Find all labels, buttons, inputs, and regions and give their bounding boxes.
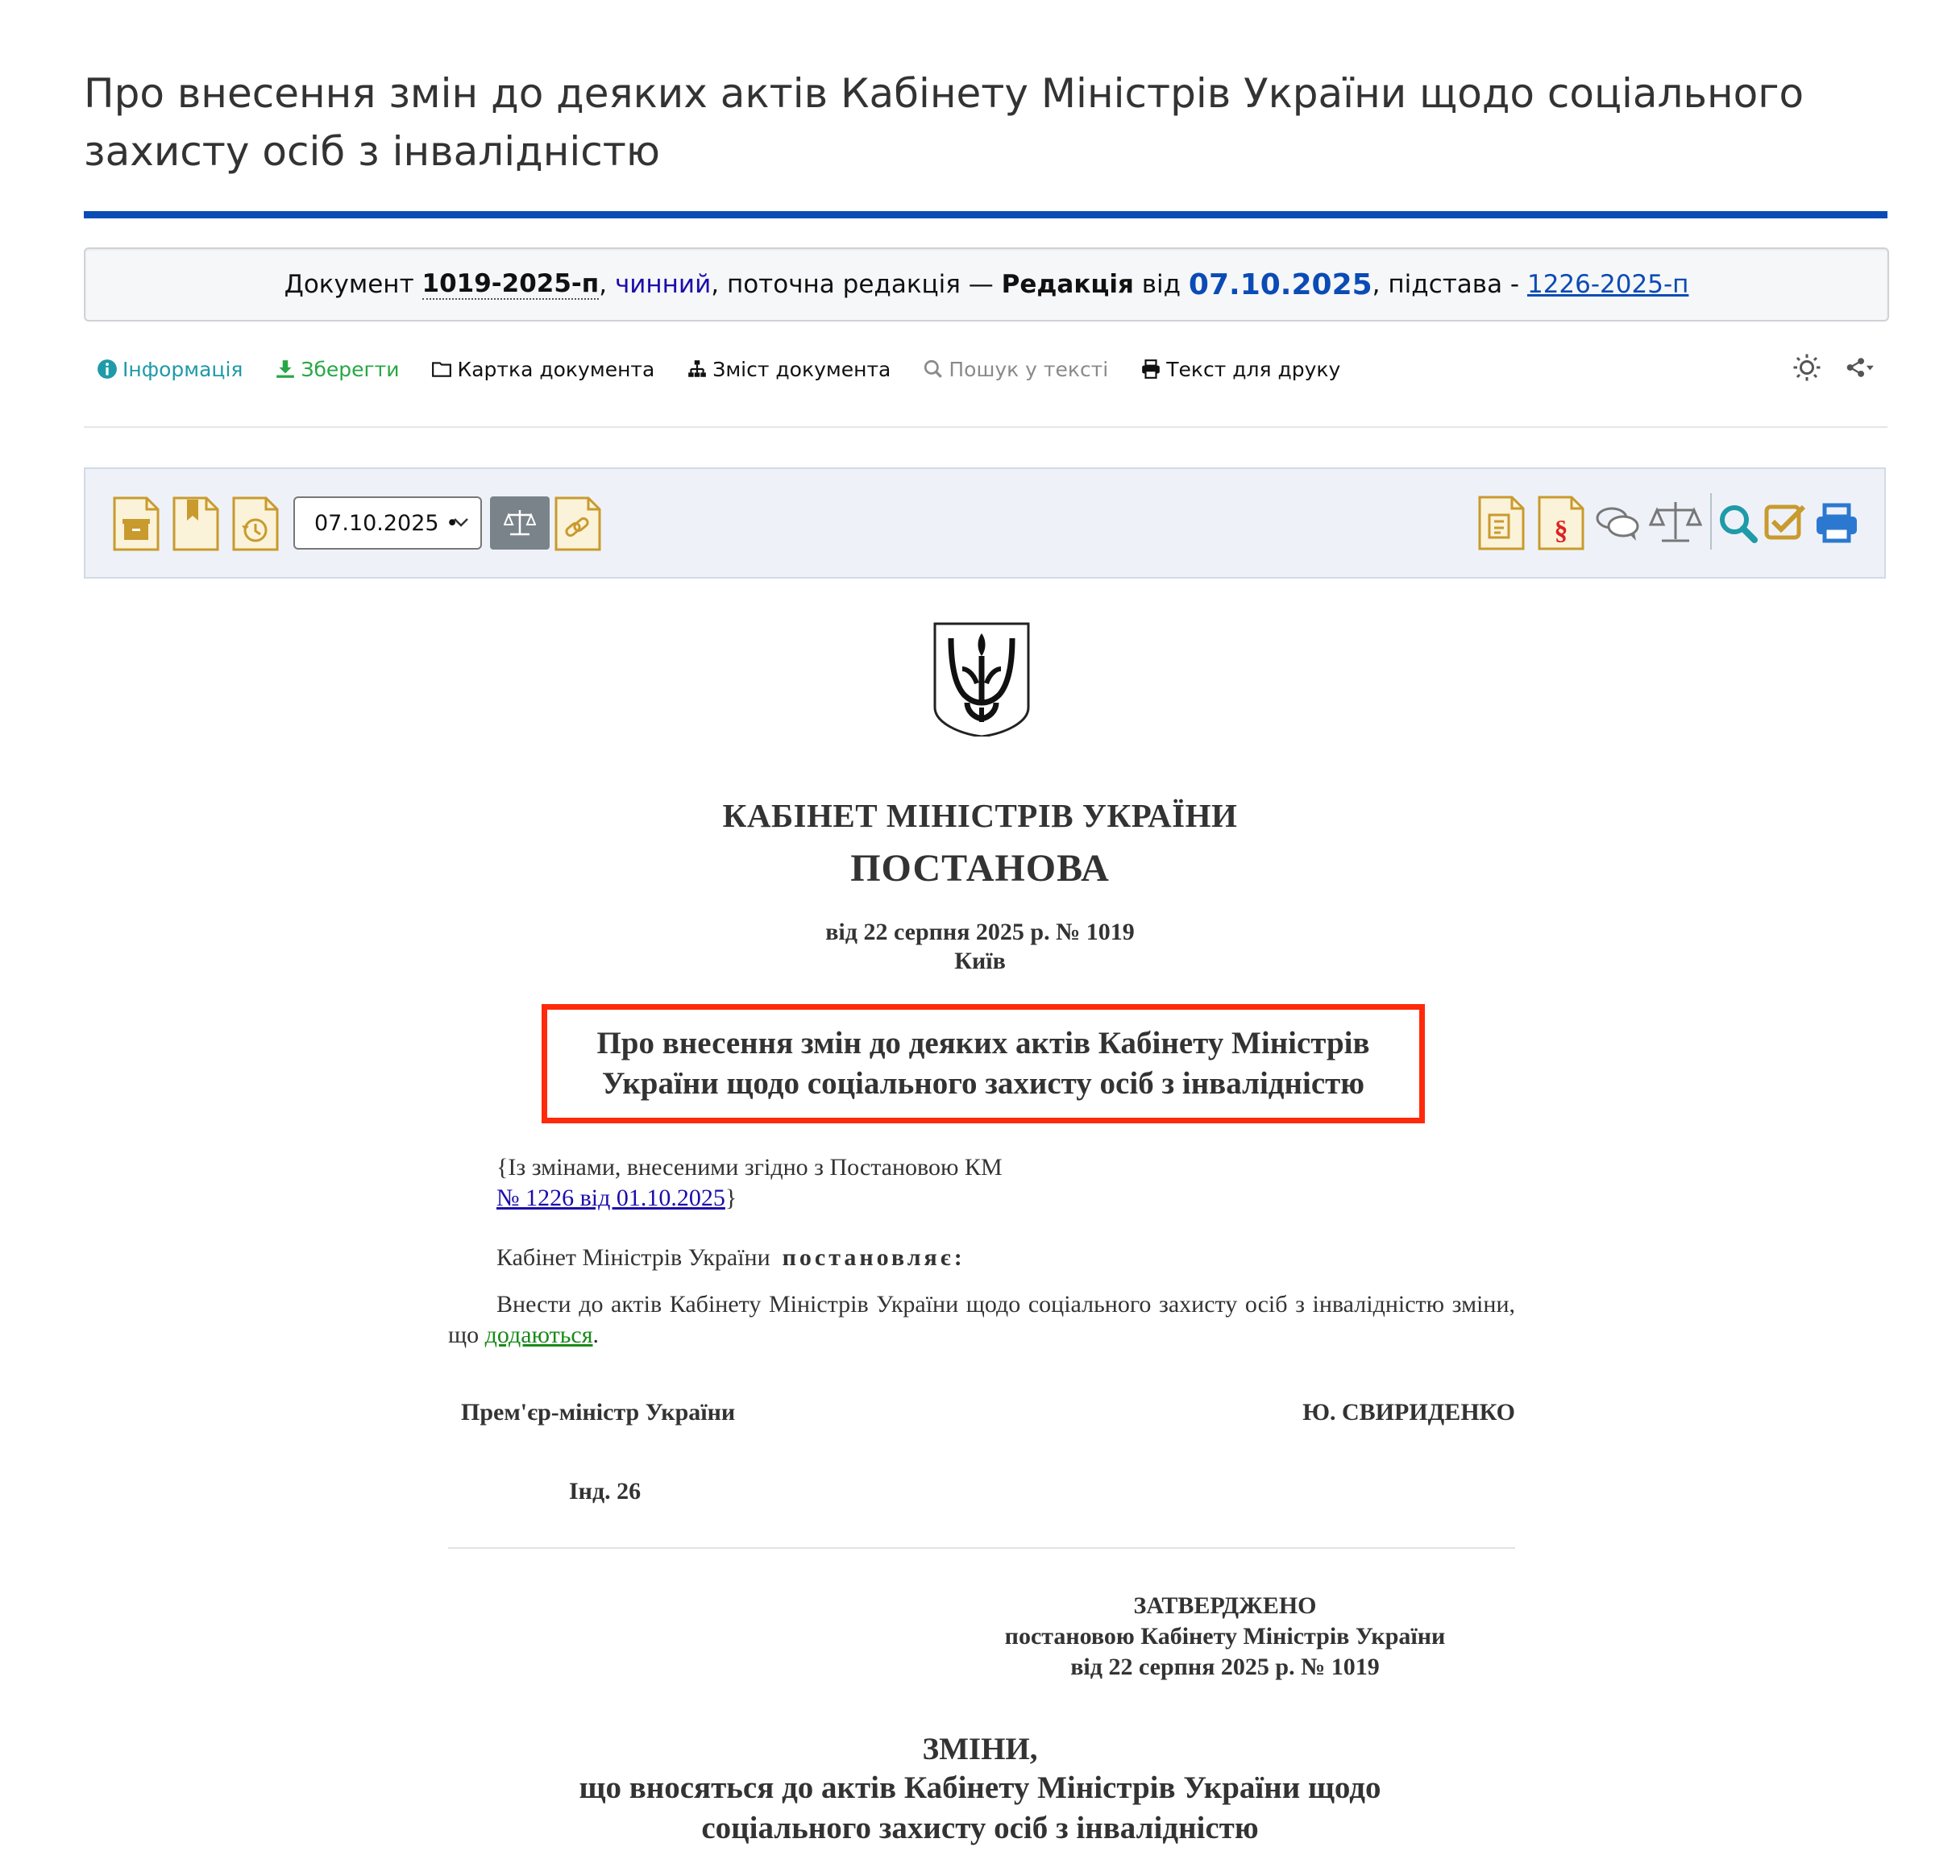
resolves-prefix: Кабінет Міністрів України (496, 1244, 777, 1271)
attachments-link[interactable]: додаються (485, 1322, 593, 1348)
print-button[interactable] (1813, 495, 1860, 551)
menu-search-label: Пошук у тексті (949, 357, 1109, 381)
menu-save[interactable]: Зберегти (275, 358, 399, 381)
issuer-name: КАБІНЕТ МІНІСТРІВ УКРАЇНИ (722, 797, 1238, 834)
resolves-line: Кабінет Міністрів України постановляє: (496, 1244, 965, 1272)
related-docs-icon (1478, 496, 1525, 550)
sun-icon[interactable] (1792, 353, 1821, 382)
compare-editions-button[interactable] (490, 496, 550, 550)
history-doc-button[interactable] (232, 496, 279, 551)
menu-search[interactable]: Пошук у тексті (923, 358, 1108, 381)
history-doc-icon (232, 496, 279, 551)
resolution-text: Внести до актів Кабінету Міністрів Украї… (448, 1289, 1515, 1351)
document-status-bar: Документ 1019-2025-п, чинний, поточна ре… (84, 247, 1889, 322)
amendments-note-text: {Із змінами, внесеними згідно з Постанов… (496, 1154, 1003, 1181)
status-prefix: Документ (284, 270, 414, 299)
document-title-line1: Про внесення змін до деяких актів Кабіне… (596, 1026, 1370, 1060)
menu-card-label: Картка документа (457, 357, 655, 381)
menu-right-tools (1792, 353, 1875, 382)
search-icon (924, 359, 943, 378)
check-doc-button[interactable] (1763, 495, 1808, 551)
resolves-word: постановляє: (782, 1244, 965, 1271)
edition-label: Редакція (1001, 270, 1134, 299)
signatory-position: Прем'єр-міністр України (461, 1399, 736, 1426)
menu-save-label: Зберегти (301, 357, 400, 381)
signatory-name: Ю. СВИРИДЕНКО (1302, 1399, 1515, 1426)
menu-contents[interactable]: Зміст документа (687, 358, 891, 381)
menu-card[interactable]: Картка документа (431, 358, 654, 381)
document-city: Київ (954, 948, 1006, 974)
document-title-highlight: Про внесення змін до деяких актів Кабіне… (542, 1004, 1425, 1123)
approved-by: постановою Кабінету Міністрів України (1004, 1623, 1446, 1650)
status-from: від (1141, 270, 1181, 299)
edition-date-select[interactable]: 07.10.2025 • (293, 496, 482, 550)
scales-icon (1648, 502, 1703, 542)
menu-print-label: Текст для друку (1166, 357, 1341, 381)
comments-icon (1596, 507, 1639, 541)
link-doc-icon (554, 496, 601, 551)
print-icon (1142, 359, 1161, 379)
approved-date: від 22 серпня 2025 р. № 1019 (1070, 1654, 1380, 1680)
doc-state: чинний (614, 270, 712, 299)
resolution-text-end: . (592, 1322, 600, 1348)
share-icon[interactable] (1846, 353, 1875, 382)
menu-info-label: Інформація (122, 357, 243, 381)
menu-divider (84, 426, 1887, 428)
menu-print[interactable]: Текст для друку (1140, 358, 1340, 381)
title-underline (84, 211, 1887, 218)
bookmark-doc-button[interactable] (172, 496, 219, 551)
paragraph-doc-icon: § (1538, 496, 1584, 550)
archive-doc-icon (113, 496, 160, 551)
document-divider (448, 1547, 1515, 1549)
document-date: від 22 серпня 2025 р. № 1019 (825, 919, 1135, 945)
edition-date-select-value: 07.10.2025 • (314, 510, 459, 536)
court-practice-button[interactable] (1648, 495, 1703, 551)
menu-contents-label: Зміст документа (712, 357, 891, 381)
doc-number[interactable]: 1019-2025-п (421, 269, 600, 300)
document-type: ПОСТАНОВА (850, 847, 1110, 890)
article-doc-button[interactable]: § (1538, 495, 1584, 551)
page-title: Про внесення змін до деяких актів Кабіне… (84, 70, 1804, 175)
comments-button[interactable] (1594, 495, 1641, 551)
basis-label: , підстава - (1372, 270, 1520, 299)
trident-emblem-icon (933, 622, 1030, 737)
amendments-close: } (725, 1185, 737, 1211)
changes-title: ЗМІНИ, (922, 1732, 1038, 1766)
info-circle-icon (98, 359, 117, 379)
approved-label: ЗАТВЕРДЖЕНО (1133, 1592, 1317, 1619)
status-sep: , (599, 270, 608, 299)
basis-link[interactable]: 1226-2025-п (1527, 270, 1688, 299)
bookmark-doc-icon (172, 496, 219, 551)
changes-subtitle-line2: соціального захисту осіб з інвалідністю (701, 1811, 1259, 1845)
folder-icon (432, 362, 452, 377)
resolution-text-main: Внести до актів Кабінету Міністрів Украї… (448, 1291, 1515, 1348)
chevron-down-icon (454, 518, 468, 527)
related-docs-button[interactable] (1478, 495, 1525, 551)
link-doc-button[interactable] (554, 496, 601, 551)
amendments-note: {Із змінами, внесеними згідно з Постанов… (496, 1152, 1003, 1214)
print-icon (1817, 503, 1857, 543)
status-mid: , поточна редакція — (711, 270, 994, 299)
document-menu: Інформація Зберегти Картка документа Змі… (84, 347, 1887, 392)
changes-subtitle-line1: що вносяться до актів Кабінету Міністрів… (579, 1770, 1381, 1805)
check-square-icon (1764, 504, 1806, 540)
toolbar-separator (1710, 493, 1712, 550)
search-text-button[interactable] (1717, 495, 1759, 551)
amendment-link[interactable]: № 1226 від 01.10.2025 (496, 1185, 725, 1211)
document-title-line2: України щодо соціального захисту осіб з … (601, 1066, 1365, 1101)
menu-info[interactable]: Інформація (97, 358, 243, 381)
document-index: Інд. 26 (569, 1478, 642, 1505)
download-icon (276, 360, 295, 378)
sitemap-icon (688, 360, 707, 377)
document-toolbar: 07.10.2025 • § (84, 467, 1886, 579)
archive-doc-button[interactable] (113, 496, 160, 551)
scales-icon (504, 510, 536, 536)
search-icon (1720, 505, 1758, 543)
edition-date: 07.10.2025 (1188, 268, 1372, 301)
svg-text:§: § (1555, 516, 1568, 546)
